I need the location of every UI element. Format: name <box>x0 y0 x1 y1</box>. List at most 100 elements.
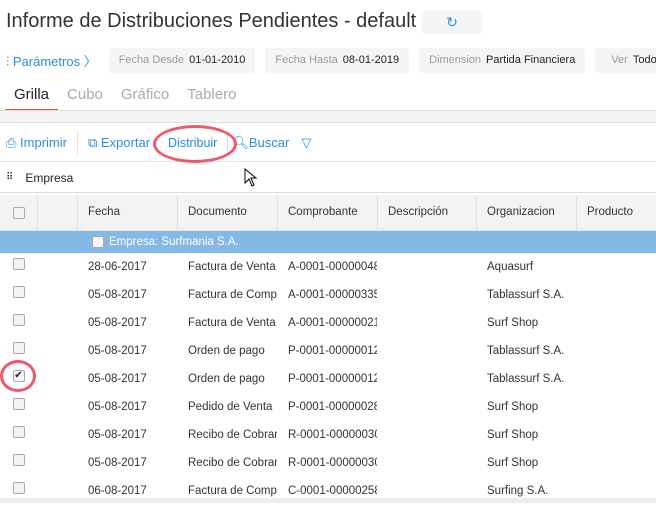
export-label: Exportar <box>100 135 151 150</box>
chip-label: Ver <box>611 53 628 66</box>
table-row[interactable]: ✔ 05-08-2017 Orden de pago P-0001-000000… <box>0 365 656 393</box>
tab-tablero[interactable]: Tablero <box>178 84 245 112</box>
data-grid: Fecha Documento Comprobante Descripción … <box>0 195 656 505</box>
cell-organizacion: Surfing S.A. <box>487 485 549 497</box>
chip-label: Fecha Hasta <box>275 53 338 66</box>
table-row[interactable]: 05-08-2017 Factura de Compra A-0001-0000… <box>0 281 656 309</box>
divider <box>76 130 78 155</box>
group-label: Empresa: Surfmania S.A. <box>109 236 239 248</box>
refresh-button[interactable]: ↻ <box>422 11 482 34</box>
export-button[interactable]: ⧉ Exportar <box>82 135 156 151</box>
cell-comprobante: A-0001-00000335 <box>288 289 377 301</box>
group-checkbox[interactable] <box>92 236 104 248</box>
row-checkbox[interactable] <box>12 314 25 326</box>
cell-comprobante: R-0001-00000030 <box>288 457 377 469</box>
cell-fecha: 05-08-2017 <box>88 345 147 357</box>
cell-organizacion: Tablassurf S.A. <box>487 289 565 301</box>
row-checkbox[interactable] <box>12 482 25 494</box>
header-documento[interactable]: Documento <box>177 195 277 230</box>
mouse-cursor-icon <box>244 168 258 187</box>
cell-documento: Orden de pago <box>188 373 265 385</box>
cell-comprobante: P-0001-00000028 <box>288 401 377 413</box>
row-checkbox[interactable] <box>12 258 25 270</box>
highlight-circle <box>0 360 36 392</box>
cell-fecha: 05-08-2017 <box>88 317 147 329</box>
table-row[interactable]: 05-08-2017 Recibo de Cobranza R-0001-000… <box>0 421 656 449</box>
cell-organizacion: Surf Shop <box>487 401 539 413</box>
cell-fecha: 05-08-2017 <box>88 289 147 301</box>
header-producto[interactable]: Producto <box>576 195 656 230</box>
table-row[interactable]: 05-08-2017 Pedido de Venta P-0001-000000… <box>0 393 656 421</box>
tab-cubo[interactable]: Cubo <box>58 84 112 112</box>
select-all-checkbox[interactable] <box>12 206 25 219</box>
header-comprobante[interactable]: Comprobante <box>277 195 377 230</box>
view-tabs: Grilla Cubo Gráfico Tablero <box>5 84 245 112</box>
refresh-icon: ↻ <box>446 14 458 30</box>
chip-value: Todos <box>632 53 656 66</box>
chip-label: Dimension <box>429 53 482 66</box>
cell-documento: Pedido de Venta <box>188 401 273 413</box>
cell-fecha: 28-06-2017 <box>88 261 147 273</box>
search-button[interactable]: 🔍︎ Buscar <box>232 135 295 151</box>
cell-documento: Recibo de Cobranza <box>188 429 277 441</box>
cell-organizacion: Surf Shop <box>487 317 539 329</box>
page-title: Informe de Distribuciones Pendientes - d… <box>6 10 417 32</box>
group-by-bar: ⠿ Empresa <box>0 163 656 193</box>
cell-documento: Factura de Compra <box>188 289 277 301</box>
cell-fecha: 06-08-2017 <box>88 485 147 497</box>
grip-icon[interactable]: ⠿ <box>6 172 13 183</box>
table-row[interactable]: 28-06-2017 Factura de Venta A-0001-00000… <box>0 253 656 281</box>
row-checkbox[interactable] <box>12 426 25 438</box>
cell-comprobante: P-0001-00000012 <box>288 373 377 385</box>
cell-organizacion: Tablassurf S.A. <box>487 373 565 385</box>
tab-grafico[interactable]: Gráfico <box>112 84 178 112</box>
parameters-bar: ⫶ Parámetros 〉 Fecha Desde 01-01-2010 Fec… <box>0 47 656 73</box>
param-ver[interactable]: Ver Todos <box>595 47 656 73</box>
filter-button[interactable]: ▽ <box>295 135 317 151</box>
horizontal-scrollbar[interactable] <box>0 498 656 503</box>
sliders-icon: ⫶ <box>6 53 10 69</box>
cell-organizacion: Aquasurf <box>487 261 534 273</box>
cell-organizacion: Tablassurf S.A. <box>487 345 565 357</box>
cell-documento: Factura de Venta <box>188 261 276 273</box>
separator-band <box>0 111 656 123</box>
header-organizacion[interactable]: Organizacion <box>476 195 576 230</box>
param-dimension[interactable]: Dimension Partida Financiera <box>419 47 586 73</box>
toolbar: ⎙ Imprimir ⧉ Exportar Distribuir 🔍︎ Busca… <box>0 124 656 162</box>
parameters-link[interactable]: ⫶ Parámetros 〉 <box>6 51 97 70</box>
header-blank <box>37 195 77 230</box>
param-fecha-desde[interactable]: Fecha Desde 01-01-2010 <box>108 47 256 73</box>
header-fecha[interactable]: Fecha <box>77 195 177 230</box>
table-row[interactable]: 05-08-2017 Factura de Venta A-0001-00000… <box>0 309 656 337</box>
cell-fecha: 05-08-2017 <box>88 373 147 385</box>
cell-documento: Factura de Compra <box>188 485 277 497</box>
row-checkbox[interactable] <box>12 342 25 354</box>
cell-documento: Orden de pago <box>188 345 265 357</box>
row-checkbox[interactable] <box>12 398 25 410</box>
param-fecha-hasta[interactable]: Fecha Hasta 08-01-2019 <box>265 47 410 73</box>
row-checkbox[interactable] <box>12 454 25 466</box>
cell-fecha: 05-08-2017 <box>88 457 147 469</box>
chip-label: Fecha Desde <box>118 53 185 66</box>
cell-comprobante: A-0001-00000048 <box>288 261 377 273</box>
print-button[interactable]: ⎙ Imprimir <box>0 135 73 151</box>
cell-organizacion: Surf Shop <box>487 457 539 469</box>
group-by-chip[interactable]: Empresa <box>25 171 73 185</box>
table-row[interactable]: 05-08-2017 Orden de pago P-0001-00000012… <box>0 337 656 365</box>
cell-comprobante: A-0001-00000021 <box>288 317 377 329</box>
external-link-icon: ⧉ <box>87 134 98 150</box>
highlight-circle <box>153 125 237 163</box>
table-row[interactable]: 05-08-2017 Recibo de Cobranza R-0001-000… <box>0 449 656 477</box>
chip-value: 08-01-2019 <box>342 53 400 66</box>
group-row[interactable]: Empresa: Surfmania S.A. <box>0 231 656 253</box>
cell-fecha: 05-08-2017 <box>88 401 147 413</box>
cell-comprobante: P-0001-00000012 <box>288 345 377 357</box>
tab-grilla[interactable]: Grilla <box>5 84 59 112</box>
filter-icon: ▽ <box>301 134 312 150</box>
cell-comprobante: R-0001-00000030 <box>288 429 377 441</box>
grid-header: Fecha Documento Comprobante Descripción … <box>0 195 656 231</box>
row-checkbox[interactable] <box>12 286 25 298</box>
search-label: Buscar <box>248 135 290 150</box>
cell-organizacion: Surf Shop <box>487 429 539 441</box>
header-descripcion[interactable]: Descripción <box>377 195 476 230</box>
